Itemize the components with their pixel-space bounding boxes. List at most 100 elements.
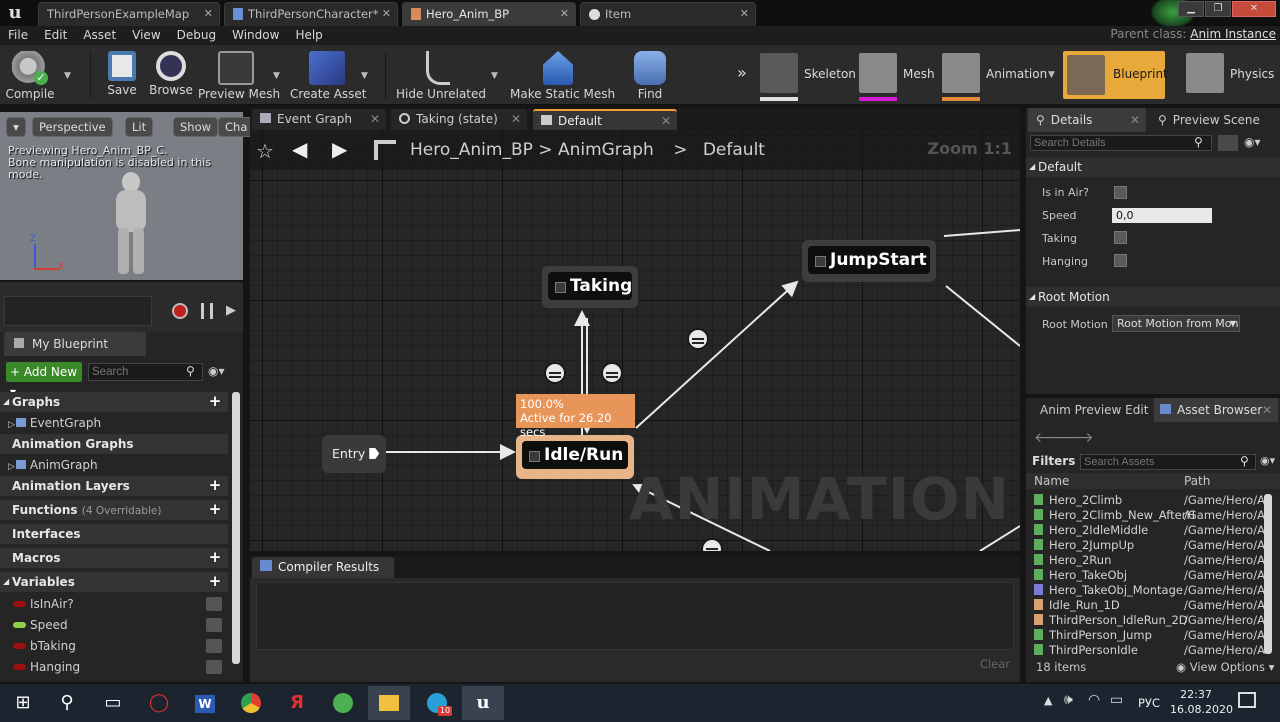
timeline-field[interactable]	[4, 296, 152, 326]
make-static-mesh-button[interactable]: Make Static Mesh	[510, 47, 615, 103]
close-icon[interactable]: ✕	[511, 109, 521, 129]
section-functions[interactable]: Functions (4 Overridable) +	[0, 500, 228, 520]
add-macro-icon[interactable]: +	[208, 550, 222, 565]
section-animation-graphs[interactable]: Animation Graphs	[0, 434, 228, 454]
character-button[interactable]: Cha	[218, 117, 255, 137]
search-icon[interactable]: ⚲	[46, 686, 88, 720]
viewport-options-button[interactable]: ▾	[6, 117, 26, 137]
close-icon[interactable]: ✕	[382, 3, 391, 25]
asset-row[interactable]: Hero_2IdleMiddle/Game/Hero/A	[1034, 523, 1265, 538]
mode-blueprint[interactable]: Blueprint	[1063, 51, 1168, 99]
entry-node[interactable]: Entry	[322, 435, 386, 473]
section-macros[interactable]: Macros +	[0, 548, 228, 568]
add-layer-icon[interactable]: +	[208, 478, 222, 493]
variable-item[interactable]: Hanging	[0, 657, 228, 677]
filters-button[interactable]: Filters ▾	[1032, 454, 1086, 468]
pause-icon[interactable]	[201, 303, 213, 319]
asset-row[interactable]: ThirdPersonIdle/Game/Hero/A	[1034, 643, 1265, 658]
scrollbar[interactable]	[1264, 494, 1272, 654]
exec-pin-icon[interactable]	[369, 448, 380, 459]
section-variables[interactable]: ◢ Variables +	[0, 572, 228, 592]
close-icon[interactable]: ✕	[370, 109, 380, 129]
scrollbar[interactable]	[232, 392, 240, 664]
asset-row[interactable]: Idle_Run_1D/Game/Hero/A	[1034, 598, 1265, 613]
visibility-toggle-icon[interactable]	[206, 597, 222, 611]
visibility-toggle-icon[interactable]	[206, 618, 222, 632]
my-blueprint-tab[interactable]: My Blueprint	[4, 332, 146, 356]
asset-search-input[interactable]	[1080, 454, 1256, 470]
anim-graph-canvas[interactable]: ☆ ◀ ▶ Hero_Anim_BP > AnimGraph > Default…	[250, 130, 1020, 551]
eye-icon[interactable]: ◉▾	[1260, 454, 1275, 467]
clock[interactable]: 22:37 16.08.2020	[1170, 687, 1233, 717]
add-graph-icon[interactable]: +	[208, 394, 222, 409]
menu-debug[interactable]: Debug	[169, 26, 224, 45]
transition-rule-icon[interactable]	[687, 328, 709, 350]
breadcrumb-leaf[interactable]: Default	[703, 140, 765, 160]
opera-icon[interactable]: ◯	[138, 686, 180, 720]
close-icon[interactable]: ✕	[661, 111, 671, 131]
back-arrow-icon[interactable]: ◀	[292, 137, 307, 161]
tab-event-graph[interactable]: Event Graph ✕	[252, 109, 386, 130]
doc-tab-map[interactable]: ThirdPersonExampleMap ✕	[38, 2, 220, 26]
create-asset-button[interactable]: Create Asset	[290, 47, 367, 103]
yandex-browser-icon[interactable]: Я	[276, 686, 318, 720]
asset-row[interactable]: Hero_2Climb_New_AfterH/Game/Hero/A	[1034, 508, 1265, 523]
search-icon[interactable]: ⚲	[186, 364, 195, 378]
menu-asset[interactable]: Asset	[75, 26, 124, 45]
state-node-jumpstart[interactable]: JumpStart	[802, 240, 936, 282]
file-explorer-icon[interactable]	[368, 686, 410, 720]
compile-button[interactable]: ✓ Compile	[2, 47, 58, 103]
wifi-icon[interactable]: ◠	[1088, 692, 1100, 708]
restore-button[interactable]: ❐	[1205, 1, 1231, 17]
section-interfaces[interactable]: Interfaces	[0, 524, 228, 544]
close-icon[interactable]: ✕	[204, 3, 213, 25]
preview-mesh-dropdown-icon[interactable]: ▼	[273, 71, 280, 81]
section-graphs[interactable]: ◢ Graphs +	[0, 392, 228, 412]
details-section-root-motion[interactable]: ◢ Root Motion	[1026, 287, 1280, 307]
transition-rule-icon[interactable]	[601, 362, 623, 384]
variable-item[interactable]: bTaking	[0, 636, 228, 656]
tab-asset-browser[interactable]: Asset Browser ✕	[1154, 398, 1278, 422]
visibility-toggle-icon[interactable]	[206, 660, 222, 674]
transition-rule-icon[interactable]	[544, 362, 566, 384]
speed-input[interactable]: 0,0	[1112, 208, 1212, 223]
tab-anim-preview-edit[interactable]: Anim Preview Edit	[1028, 398, 1152, 422]
utorrent-icon[interactable]	[322, 686, 364, 720]
collapse-arrow-icon[interactable]: ◢	[3, 392, 9, 412]
menu-file[interactable]: File	[0, 26, 36, 45]
anim-graph-item[interactable]: ▷ AnimGraph	[0, 455, 228, 475]
action-center-icon[interactable]	[1238, 692, 1256, 708]
add-new-button[interactable]: + Add New ▾	[6, 362, 82, 399]
chevron-right-icon[interactable]: »	[737, 63, 747, 82]
asset-row[interactable]: Hero_2Climb/Game/Hero/A	[1034, 493, 1265, 508]
doc-tab-character[interactable]: ThirdPersonCharacter* ✕	[224, 2, 398, 26]
hanging-checkbox[interactable]	[1114, 254, 1127, 267]
asset-row[interactable]: Hero_2Run/Game/Hero/A	[1034, 553, 1265, 568]
browse-button[interactable]: Browse	[148, 47, 194, 103]
forward-arrow-icon[interactable]: ▶	[332, 137, 347, 161]
variable-item[interactable]: Speed	[0, 615, 228, 635]
visibility-toggle-icon[interactable]	[206, 639, 222, 653]
minimize-button[interactable]: ▁	[1178, 1, 1204, 17]
find-button[interactable]: Find	[626, 47, 674, 103]
hide-unrelated-button[interactable]: Hide Unrelated	[396, 47, 486, 103]
menu-help[interactable]: Help	[287, 26, 330, 45]
tab-compiler-results[interactable]: Compiler Results	[252, 557, 394, 578]
event-graph-item[interactable]: ▷ EventGraph	[0, 413, 228, 433]
breadcrumb-root[interactable]: Hero_Anim_BP	[410, 140, 533, 160]
hierarchy-icon[interactable]	[374, 140, 396, 160]
parent-class-link[interactable]: Anim Instance	[1190, 27, 1276, 41]
collapse-arrow-icon[interactable]: ◢	[1029, 287, 1035, 307]
volume-icon[interactable]: 🕪	[1064, 692, 1073, 708]
column-name[interactable]: Name	[1034, 473, 1069, 489]
mode-physics[interactable]: Physics	[1186, 53, 1278, 97]
windows-start-icon[interactable]: ⊞	[2, 686, 44, 720]
doc-tab-item[interactable]: Item ✕	[580, 2, 756, 26]
search-icon[interactable]: ⚲	[1194, 135, 1203, 149]
asset-row[interactable]: Hero_2JumpUp/Game/Hero/A	[1034, 538, 1265, 553]
asset-row[interactable]: ThirdPerson_IdleRun_2D/Game/Hero/A	[1034, 613, 1265, 628]
asset-row[interactable]: Hero_TakeObj_Montage/Game/Hero/A	[1034, 583, 1265, 598]
variable-item[interactable]: IsInAir?	[0, 594, 228, 614]
tab-preview-scene[interactable]: ⚲ Preview Scene	[1152, 108, 1278, 132]
state-node-idle-run[interactable]: Idle/Run	[516, 435, 634, 479]
